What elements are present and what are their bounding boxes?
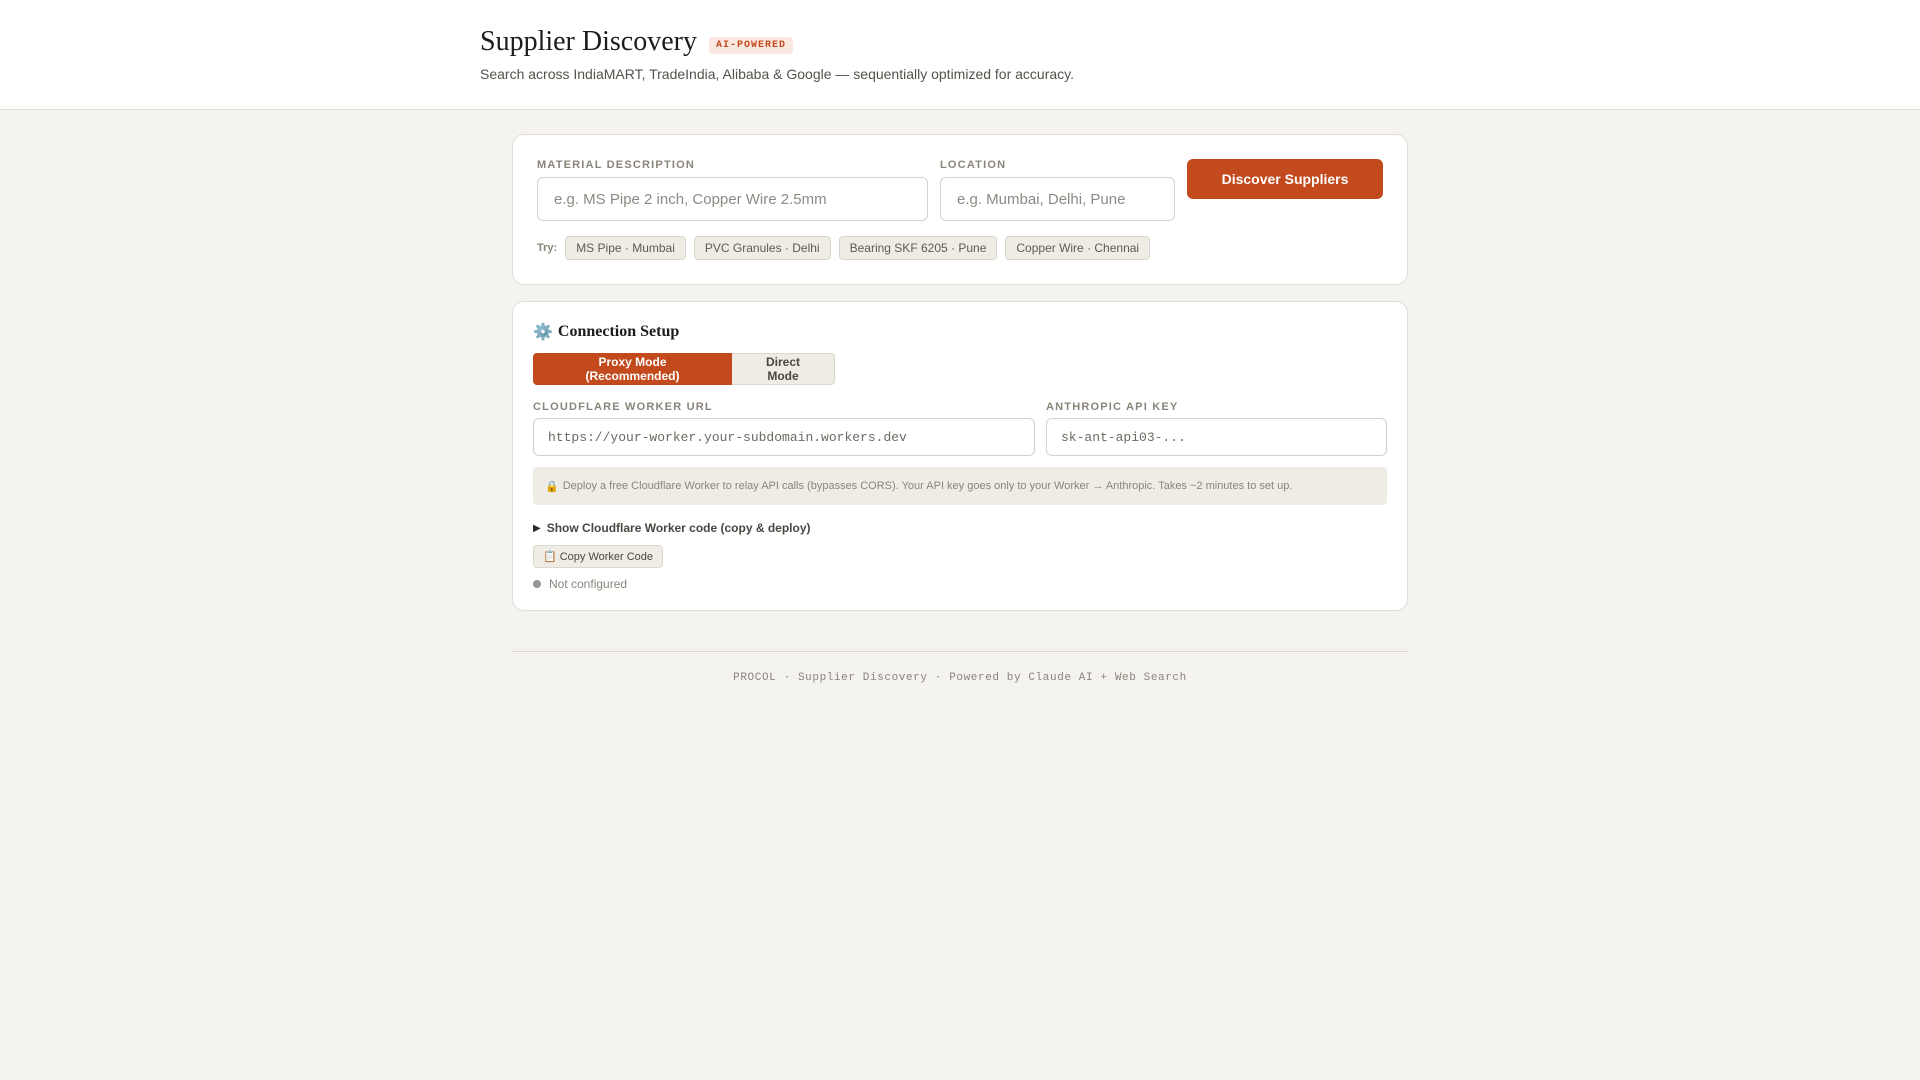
suggestion-chip[interactable]: PVC Granules · Delhi [693,236,831,260]
location-label: LOCATION [940,159,1007,171]
lock-icon: 🔒 [545,480,559,493]
page-title: Supplier Discovery [480,26,697,57]
suggestion-chip[interactable]: Copper Wire · Chennai [1005,236,1151,260]
discover-suppliers-button[interactable]: Discover Suppliers [1187,159,1383,199]
api-key-label: ANTHROPIC API KEY [1046,401,1179,413]
copy-worker-code-label: Copy Worker Code [559,550,654,563]
connection-setup-title: Connection Setup [557,323,680,340]
mode-tabs: Proxy Mode (Recommended) Direct Mode [533,353,835,385]
footer-divider [512,651,1408,652]
status-text: Not configured [549,577,628,591]
connection-setup-heading: ⚙️ Connection Setup [533,322,679,342]
show-worker-code-toggle[interactable]: ▶ Show Cloudflare Worker code (copy & de… [533,521,811,535]
suggestion-chip[interactable]: Bearing SKF 6205 · Pune [838,236,998,260]
suggestion-chip[interactable]: MS Pipe · Mumbai [565,236,686,260]
connection-setup-card: ⚙️ Connection Setup Proxy Mode (Recommen… [512,301,1408,611]
worker-url-label: CLOUDFLARE WORKER URL [533,401,713,413]
caret-right-icon: ▶ [533,522,541,534]
worker-url-input[interactable] [533,418,1035,456]
try-label: Try: [537,242,558,254]
proxy-info-text: Deploy a free Cloudflare Worker to relay… [562,480,1293,492]
tab-direct-mode[interactable]: Direct Mode [732,353,835,385]
page-subtitle: Search across IndiaMART, TradeIndia, Ali… [480,66,1075,82]
ai-powered-badge: AI-POWERED [708,36,793,54]
api-key-input[interactable] [1046,418,1387,456]
show-worker-code-label: Show Cloudflare Worker code (copy & depl… [546,521,811,535]
proxy-info-box: 🔒 Deploy a free Cloudflare Worker to rel… [533,467,1387,505]
location-input[interactable] [940,177,1175,221]
copy-worker-code-button[interactable]: 📋 Copy Worker Code [533,545,664,568]
search-card: MATERIAL DESCRIPTION LOCATION Discover S… [512,134,1408,285]
page-header: Supplier Discovery AI-POWERED Search acr… [0,0,1920,110]
clipboard-icon: 📋 [543,551,557,563]
status-dot-icon [533,580,541,588]
suggestion-row: Try: MS Pipe · Mumbai PVC Granules · Del… [537,236,1151,260]
tab-proxy-mode[interactable]: Proxy Mode (Recommended) [533,353,732,385]
connection-status: Not configured [533,577,627,591]
material-description-label: MATERIAL DESCRIPTION [537,159,696,171]
title-row: Supplier Discovery AI-POWERED [480,26,793,58]
material-description-input[interactable] [537,177,928,221]
gear-icon: ⚙️ [533,324,553,341]
footer-text: PROCOL · Supplier Discovery · Powered by… [733,672,1187,684]
